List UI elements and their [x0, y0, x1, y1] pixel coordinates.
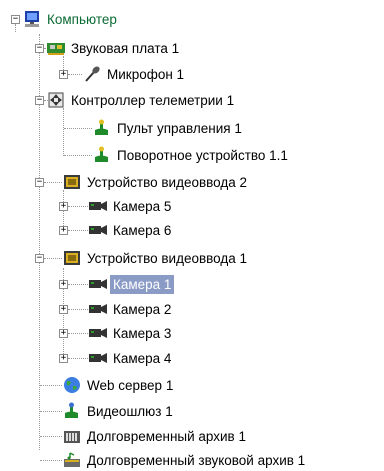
- tree-line: [40, 436, 62, 437]
- globe-icon: [62, 376, 82, 394]
- tree-node-ptz-device[interactable]: Поворотное устройство 1.1: [92, 144, 291, 166]
- control-panel-icon: [92, 119, 112, 137]
- tree-line: [40, 411, 62, 412]
- archive-icon: [62, 427, 82, 445]
- collapse-toggle[interactable]: −: [35, 44, 44, 53]
- tree-node-video-gateway[interactable]: Видеошлюз 1: [62, 400, 176, 422]
- telemetry-controller-icon: [46, 91, 66, 109]
- camera-icon: [88, 349, 108, 367]
- tree-node-web-server[interactable]: Web сервер 1: [62, 374, 176, 396]
- tree-node-label: Web сервер 1: [87, 377, 174, 393]
- expand-toggle[interactable]: +: [59, 280, 68, 289]
- tree-node-label: Долговременный архив 1: [87, 428, 246, 444]
- gateway-icon: [62, 402, 82, 420]
- device-tree: − − + − − + + − + + + + Компьютер Звуков…: [0, 0, 384, 470]
- tree-line: [40, 385, 62, 386]
- tree-line: [64, 128, 92, 129]
- tree-line: [44, 258, 62, 259]
- tree-node-label: Устройство видеоввода 2: [87, 174, 248, 190]
- tree-node-label: Микрофон 1: [107, 66, 185, 82]
- tree-node-label: Устройство видеоввода 1: [87, 250, 248, 266]
- tree-node-microphone[interactable]: Микрофон 1: [82, 63, 187, 85]
- tree-node-label: Видеошлюз 1: [87, 403, 173, 419]
- tree-node-label: Камера 4: [113, 350, 172, 366]
- tree-line: [44, 182, 62, 183]
- tree-node-label: Камера 6: [113, 222, 172, 238]
- camera-icon: [88, 300, 108, 318]
- tree-node-long-term-archive[interactable]: Долговременный архив 1: [62, 425, 249, 447]
- tree-node-computer[interactable]: Компьютер: [22, 8, 120, 30]
- expand-toggle[interactable]: +: [59, 202, 68, 211]
- tree-line: [68, 284, 88, 285]
- video-input-icon: [62, 249, 82, 267]
- collapse-toggle[interactable]: −: [35, 96, 44, 105]
- tree-line: [68, 309, 88, 310]
- tree-node-label: Камера 5: [113, 198, 172, 214]
- expand-toggle[interactable]: +: [59, 354, 68, 363]
- tree-node-label: Поворотное устройство 1.1: [117, 147, 288, 163]
- tree-node-label: Контроллер телеметрии 1: [71, 92, 235, 108]
- tree-node-camera-2[interactable]: Камера 2: [88, 298, 174, 320]
- collapse-toggle[interactable]: −: [35, 254, 44, 263]
- tree-node-label: Звуковая плата 1: [71, 40, 180, 56]
- tree-line: [15, 24, 16, 32]
- tree-node-label-selected: Камера 1: [110, 274, 175, 294]
- tree-node-label: Компьютер: [47, 11, 117, 27]
- tree-node-label: Долговременный звуковой архив 1: [87, 452, 306, 468]
- tree-node-camera-4[interactable]: Камера 4: [88, 347, 174, 369]
- expand-toggle[interactable]: +: [59, 329, 68, 338]
- tree-line: [68, 358, 88, 359]
- tree-node-label: Камера 2: [113, 301, 172, 317]
- collapse-toggle[interactable]: −: [35, 178, 44, 187]
- expand-toggle[interactable]: +: [59, 70, 68, 79]
- camera-icon: [88, 221, 108, 239]
- tree-node-control-panel[interactable]: Пульт управления 1: [92, 117, 245, 139]
- tree-line: [68, 74, 82, 75]
- camera-icon: [88, 275, 108, 293]
- sound-card-icon: [46, 39, 66, 57]
- tree-line: [68, 206, 88, 207]
- collapse-toggle[interactable]: −: [11, 15, 20, 24]
- tree-node-long-term-audio-archive[interactable]: Долговременный звуковой архив 1: [62, 449, 308, 471]
- tree-line: [40, 460, 62, 461]
- tree-node-label: Пульт управления 1: [117, 120, 242, 136]
- camera-icon: [88, 197, 108, 215]
- camera-icon: [88, 324, 108, 342]
- computer-icon: [22, 10, 42, 28]
- tree-line: [68, 230, 88, 231]
- tree-node-camera-5[interactable]: Камера 5: [88, 195, 174, 217]
- tree-node-video-input-2[interactable]: Устройство видеоввода 2: [62, 171, 250, 193]
- tree-node-camera-3[interactable]: Камера 3: [88, 322, 174, 344]
- microphone-icon: [82, 65, 102, 83]
- video-input-icon: [62, 173, 82, 191]
- tree-line: [63, 108, 64, 156]
- tree-node-video-input-1[interactable]: Устройство видеоввода 1: [62, 247, 250, 269]
- tree-node-camera-6[interactable]: Камера 6: [88, 219, 174, 241]
- expand-toggle[interactable]: +: [59, 305, 68, 314]
- tree-line: [68, 333, 88, 334]
- tree-line: [64, 155, 92, 156]
- tree-node-label: Камера 3: [113, 325, 172, 341]
- ptz-device-icon: [92, 146, 112, 164]
- expand-toggle[interactable]: +: [59, 226, 68, 235]
- tree-node-telemetry-controller[interactable]: Контроллер телеметрии 1: [46, 89, 237, 111]
- tree-node-camera-1[interactable]: Камера 1: [88, 273, 175, 295]
- tree-node-sound-card[interactable]: Звуковая плата 1: [46, 37, 182, 59]
- audio-archive-icon: [62, 451, 82, 469]
